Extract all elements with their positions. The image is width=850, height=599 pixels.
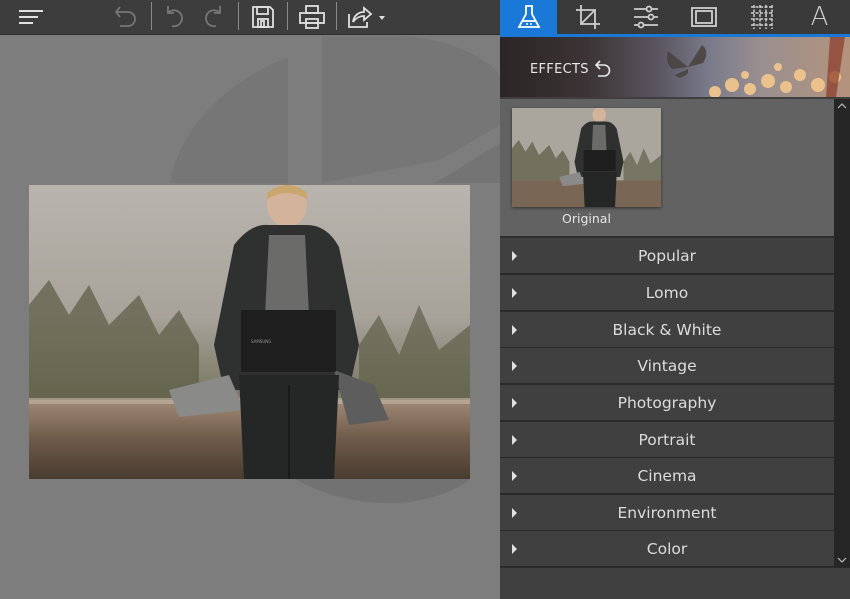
flask-icon: [516, 5, 541, 28]
effects-tab[interactable]: [500, 0, 557, 34]
texture-icon: [750, 5, 773, 29]
share-button[interactable]: [344, 0, 388, 34]
crop-icon: [575, 5, 600, 29]
reset-effects-icon[interactable]: [594, 60, 611, 78]
category-black-white[interactable]: Black & White: [500, 312, 834, 349]
expand-arrow-icon: [512, 508, 517, 518]
panel-tabs: A: [500, 0, 850, 37]
category-portrait[interactable]: Portrait: [500, 422, 834, 459]
effects-panel: A EFFECTS Original Popular Lomo Black & …: [500, 0, 850, 599]
redo-icon: [205, 6, 221, 28]
save-icon: [252, 6, 274, 28]
menu-button[interactable]: [12, 0, 50, 34]
chevron-up-icon: [837, 103, 847, 109]
original-preset[interactable]: Original: [500, 99, 834, 238]
original-thumbnail[interactable]: [512, 108, 661, 207]
expand-arrow-icon: [512, 361, 517, 371]
texture-tab[interactable]: [733, 0, 790, 34]
expand-arrow-icon: [512, 398, 517, 408]
menu-icon: [19, 10, 43, 24]
category-label: Color: [646, 539, 688, 558]
effects-list: Original Popular Lomo Black & White Vint…: [500, 99, 834, 568]
undo-all-icon: [114, 6, 136, 27]
expand-arrow-icon: [512, 288, 517, 298]
category-label: Black & White: [612, 320, 722, 339]
category-color[interactable]: Color: [500, 531, 834, 568]
effects-title-text: EFFECTS: [530, 61, 589, 77]
image-canvas[interactable]: SAMSUNG: [0, 35, 500, 598]
redo-button[interactable]: [196, 0, 230, 34]
category-label: Cinema: [637, 466, 697, 485]
category-label: Lomo: [645, 283, 689, 302]
undo-icon: [167, 6, 183, 28]
expand-arrow-icon: [512, 544, 517, 554]
crop-tab[interactable]: [559, 0, 616, 34]
category-label: Portrait: [638, 430, 696, 449]
effects-scrollbar[interactable]: [834, 99, 850, 567]
expand-arrow-icon: [512, 251, 517, 261]
category-lomo[interactable]: Lomo: [500, 275, 834, 312]
text-icon: A: [810, 2, 829, 32]
category-label: Vintage: [637, 356, 697, 375]
expand-arrow-icon: [512, 325, 517, 335]
category-label: Popular: [637, 246, 697, 265]
toolbar-divider: [287, 2, 288, 30]
expand-arrow-icon: [512, 435, 517, 445]
sliders-icon: [633, 5, 658, 29]
scroll-down-button[interactable]: [834, 553, 850, 567]
original-label: Original: [562, 211, 611, 226]
print-button[interactable]: [294, 0, 330, 34]
save-button[interactable]: [245, 0, 281, 34]
chevron-down-icon: [837, 557, 847, 563]
undo-all-button[interactable]: [108, 0, 144, 34]
adjust-tab[interactable]: [617, 0, 674, 34]
category-label: Environment: [617, 503, 717, 522]
effects-banner: EFFECTS: [500, 37, 850, 97]
expand-arrow-icon: [512, 471, 517, 481]
effects-title: EFFECTS: [530, 60, 611, 78]
toolbar-divider: [336, 2, 337, 30]
category-popular[interactable]: Popular: [500, 238, 834, 275]
frames-tab[interactable]: [675, 0, 732, 34]
edited-photo[interactable]: SAMSUNG: [29, 185, 470, 479]
panel-footer: [500, 567, 850, 599]
frame-icon: [690, 7, 717, 27]
print-icon: [299, 5, 325, 29]
category-cinema[interactable]: Cinema: [500, 458, 834, 495]
undo-button[interactable]: [158, 0, 192, 34]
photo-image: SAMSUNG: [29, 185, 470, 479]
category-environment[interactable]: Environment: [500, 495, 834, 532]
share-icon: [348, 6, 385, 28]
toolbar-divider: [238, 2, 239, 30]
category-vintage[interactable]: Vintage: [500, 348, 834, 385]
category-label: Photography: [617, 393, 717, 412]
main-toolbar: [0, 0, 500, 35]
text-tab[interactable]: A: [791, 0, 848, 34]
toolbar-divider: [151, 2, 152, 30]
scroll-up-button[interactable]: [834, 99, 850, 113]
category-photography[interactable]: Photography: [500, 385, 834, 422]
svg-text:SAMSUNG: SAMSUNG: [251, 339, 271, 344]
